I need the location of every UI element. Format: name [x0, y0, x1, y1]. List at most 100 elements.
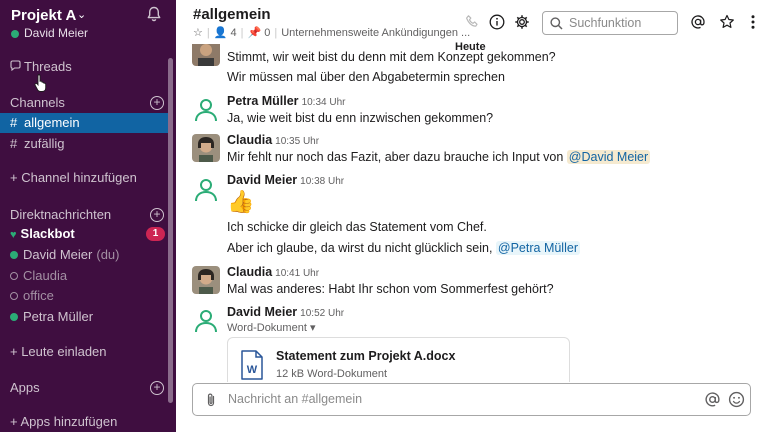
user-mention[interactable]: @Petra Müller — [495, 241, 580, 255]
message-author[interactable]: Claudia 10:35 Uhr — [227, 133, 319, 147]
sidebar: Projekt A ⌄ David Meier Threads Channels… — [0, 0, 176, 432]
presence-away-icon — [10, 292, 18, 300]
add-channel-icon[interactable]: + — [150, 96, 164, 110]
composer-placeholder: Nachricht an #allgemein — [228, 392, 363, 406]
channel-label: allgemein — [24, 115, 80, 130]
sidebar-item-threads[interactable]: Threads — [0, 57, 170, 77]
workspace-name[interactable]: Projekt A — [11, 7, 76, 24]
avatar[interactable] — [192, 175, 220, 203]
current-user: David Meier — [11, 26, 88, 40]
message-text: Stimmt, wir weit bist du denn mit dem Ko… — [227, 50, 556, 64]
dm-label: Claudia — [23, 268, 68, 283]
message-text: Ja, wie weit bist du enn inzwischen geko… — [227, 111, 494, 125]
phone-icon[interactable] — [465, 14, 481, 30]
threads-label: Threads — [24, 59, 72, 74]
current-user-name: David Meier — [24, 26, 89, 40]
message-timestamp[interactable]: 10:35 Uhr — [275, 136, 319, 147]
avatar[interactable] — [192, 306, 220, 334]
member-count: 4 — [230, 27, 237, 39]
file-type-caption[interactable]: Word-Dokument ▾ — [227, 321, 315, 334]
threads-icon — [10, 60, 21, 71]
sidebar-item-allgemein[interactable]: # allgemein — [0, 113, 168, 133]
avatar[interactable] — [192, 95, 220, 123]
presence-active-icon — [10, 251, 18, 259]
sidebar-item-zufaellig[interactable]: # zufällig — [0, 134, 168, 154]
sidebar-item-claudia[interactable]: Claudia — [0, 266, 168, 286]
avatar[interactable] — [192, 266, 220, 294]
apps-heading[interactable]: Apps — [10, 380, 40, 395]
message-text: Mal was anderes: Habt Ihr schon vom Somm… — [227, 282, 554, 296]
avatar[interactable] — [192, 134, 220, 162]
channel-meta: ☆ | 👤 4 | 📌 0 | Unternehmensweite Ankündigunge… — [193, 27, 471, 39]
members-icon[interactable]: 👤 — [214, 27, 228, 39]
message-author[interactable]: Claudia 10:41 Uhr — [227, 265, 319, 279]
invite-people-link[interactable]: + Leute einladen — [0, 342, 168, 362]
star-outline-icon[interactable] — [719, 14, 735, 30]
message-timestamp[interactable]: 10:52 Uhr — [300, 308, 344, 319]
avatar[interactable] — [192, 44, 220, 66]
message-timestamp[interactable]: 10:41 Uhr — [275, 268, 319, 279]
add-app-icon[interactable]: + — [150, 381, 164, 395]
add-dm-icon[interactable]: + — [150, 208, 164, 222]
sidebar-item-slackbot[interactable]: ♥ Slackbot 1 — [0, 224, 168, 244]
gear-icon[interactable] — [514, 14, 530, 30]
svg-text:W: W — [247, 364, 258, 376]
info-icon[interactable] — [489, 14, 505, 30]
message-author[interactable]: David Meier 10:38 Uhr — [227, 173, 344, 187]
dm-label: Slackbot — [20, 226, 75, 241]
message-author[interactable]: Petra Müller 10:34 Uhr — [227, 94, 345, 108]
message-text: Mir fehlt nur noch das Fazit, aber dazu … — [227, 150, 651, 164]
search-icon — [550, 17, 563, 30]
emoji-icon[interactable] — [728, 391, 745, 408]
self-suffix: (du) — [96, 247, 120, 262]
paperclip-icon[interactable] — [204, 392, 218, 408]
caret-down-icon: ▾ — [309, 322, 316, 334]
file-attachment[interactable]: W Statement zum Projekt A.docx 12 kB Wor… — [227, 337, 570, 382]
workspace-header[interactable]: Projekt A ⌄ David Meier — [0, 0, 176, 46]
dm-label: David Meier — [23, 247, 93, 262]
presence-away-icon — [10, 272, 18, 280]
message-timestamp[interactable]: 10:34 Uhr — [302, 97, 346, 108]
dm-label: Petra Müller — [23, 309, 94, 324]
presence-active-icon — [11, 29, 19, 38]
pin-count: 0 — [264, 27, 271, 39]
channel-label: zufällig — [24, 136, 65, 151]
hash-icon: # — [10, 136, 18, 151]
channel-topic[interactable]: Unternehmensweite Ankündigungen ... — [281, 27, 470, 39]
sidebar-item-office[interactable]: office — [0, 286, 168, 306]
sidebar-item-david-meier[interactable]: David Meier (du) — [0, 245, 168, 265]
word-document-icon: W — [241, 350, 263, 380]
search-input[interactable]: Suchfunktion — [542, 11, 678, 35]
hash-icon: # — [10, 115, 18, 130]
search-placeholder: Suchfunktion — [569, 16, 642, 30]
message-timestamp[interactable]: 10:38 Uhr — [300, 176, 344, 187]
user-mention[interactable]: @David Meier — [566, 150, 651, 164]
mention-icon[interactable] — [704, 391, 721, 408]
chevron-down-icon: ⌄ — [77, 9, 87, 21]
more-options-icon[interactable] — [745, 14, 761, 30]
add-channel-link[interactable]: + Channel hinzufügen — [0, 168, 168, 188]
dm-heading[interactable]: Direktnachrichten — [10, 207, 111, 222]
message-text: Ich schicke dir gleich das Statement vom… — [227, 220, 487, 234]
message-author[interactable]: David Meier 10:52 Uhr — [227, 305, 344, 319]
sidebar-item-petra-mueller[interactable]: Petra Müller — [0, 307, 168, 327]
add-apps-link[interactable]: + Apps hinzufügen — [0, 412, 168, 432]
mentions-icon[interactable] — [690, 14, 706, 30]
file-meta: 12 kB Word-Dokument — [276, 368, 388, 380]
date-divider: Heute — [455, 41, 486, 53]
bell-icon[interactable] — [145, 5, 163, 23]
thumbs-up-emoji: 👍 — [227, 189, 255, 214]
message-text: Aber ich glaube, da wirst du nicht glück… — [227, 241, 580, 255]
heart-icon: ♥ — [10, 229, 17, 241]
message-composer[interactable]: Nachricht an #allgemein — [192, 383, 751, 416]
file-name[interactable]: Statement zum Projekt A.docx — [276, 349, 455, 363]
message-text: Wir müssen mal über den Abgabetermin spr… — [227, 70, 505, 84]
channels-heading[interactable]: Channels — [10, 95, 65, 110]
presence-active-icon — [10, 313, 18, 321]
message-list[interactable]: Stimmt, wir weit bist du denn mit dem Ko… — [176, 44, 768, 382]
channel-title[interactable]: #allgemein — [193, 6, 271, 23]
pin-icon[interactable]: 📌 — [247, 27, 261, 39]
star-icon[interactable]: ☆ — [193, 27, 203, 39]
sidebar-scrollbar[interactable] — [168, 58, 173, 403]
dm-label: office — [23, 288, 54, 303]
